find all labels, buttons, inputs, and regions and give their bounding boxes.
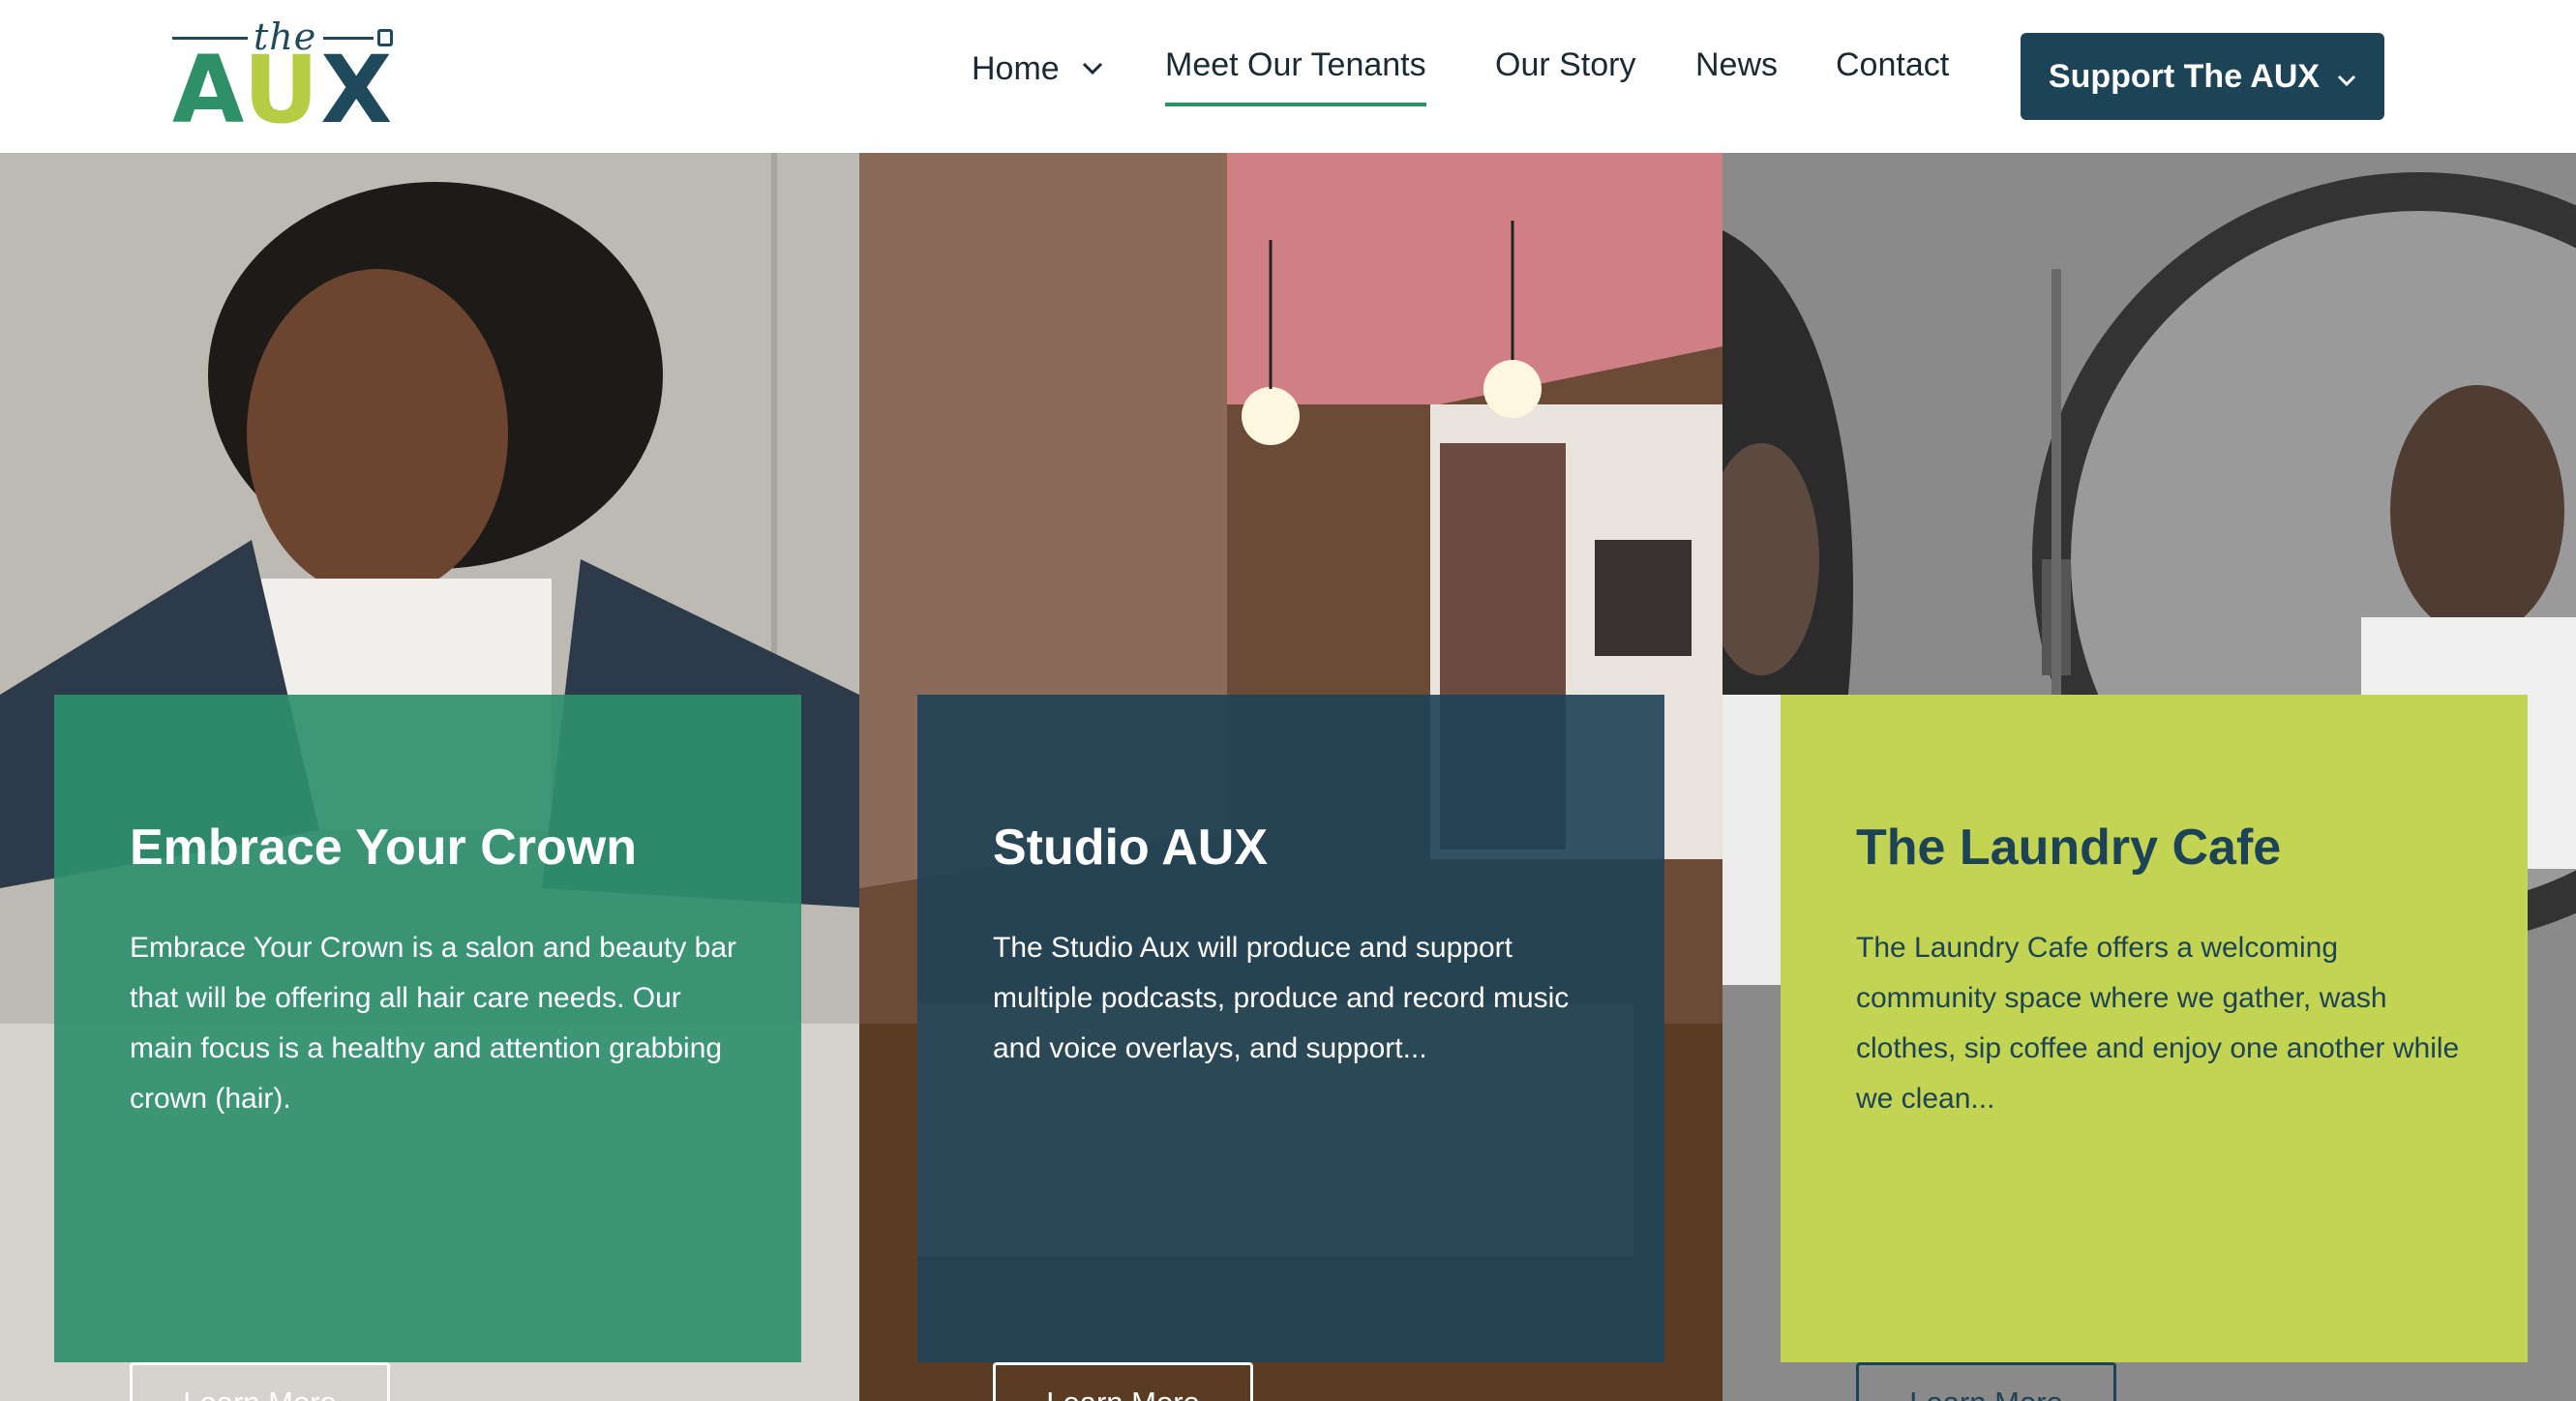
tenant-description: The Studio Aux will produce and support … — [993, 932, 1570, 1064]
chevron-down-icon — [2337, 58, 2356, 96]
nav-item-label: Contact — [1836, 46, 1950, 83]
learn-more-label: Learn More — [183, 1386, 337, 1401]
nav-item-meet-our-tenants[interactable]: Meet Our Tenants — [1165, 46, 1426, 106]
tenant-card: Studio AUX The Studio Aux will produce a… — [917, 695, 1664, 1401]
logo-wordmark: AUX — [172, 44, 394, 136]
tenant-panel-the-laundry-cafe: The Laundry Cafe The Laundry Cafe offers… — [1722, 153, 2576, 1401]
site-header: the AUX Home Meet Our Tenants Our Story … — [0, 0, 2576, 153]
tenant-description: Embrace Your Crown is a salon and beauty… — [130, 932, 737, 1115]
tenant-title: Studio AUX — [993, 820, 1269, 876]
tenant-description: The Laundry Cafe offers a welcoming comm… — [1856, 932, 2460, 1115]
chevron-down-icon — [1082, 46, 1103, 84]
logo-letter-a: A — [172, 36, 244, 144]
nav-item-label: News — [1695, 46, 1779, 83]
support-the-aux-button[interactable]: Support The AUX — [2021, 33, 2384, 120]
learn-more-button[interactable]: Learn More — [1856, 1362, 2116, 1401]
nav-item-contact[interactable]: Contact — [1836, 46, 1949, 84]
tenant-title: Embrace Your Crown — [130, 820, 637, 876]
tenant-card: The Laundry Cafe The Laundry Cafe offers… — [1781, 695, 2528, 1401]
nav-item-our-story[interactable]: Our Story — [1495, 46, 1635, 84]
nav-item-label: Meet Our Tenants — [1165, 46, 1426, 83]
tenant-panel-studio-aux: Studio AUX The Studio Aux will produce a… — [859, 153, 1722, 1401]
nav-item-label: Home — [972, 50, 1060, 87]
nav-item-home[interactable]: Home — [972, 46, 1103, 88]
learn-more-button[interactable]: Learn More — [993, 1362, 1253, 1401]
nav-active-underline — [1165, 103, 1426, 106]
logo-letter-u: U — [243, 36, 321, 144]
tenant-title: The Laundry Cafe — [1856, 820, 2282, 876]
logo-letter-x: X — [320, 36, 395, 144]
tenant-card: Embrace Your Crown Embrace Your Crown is… — [54, 695, 801, 1401]
nav-item-label: Our Story — [1495, 46, 1636, 83]
learn-more-button[interactable]: Learn More — [130, 1362, 390, 1401]
the-aux-logo[interactable]: the AUX — [172, 6, 400, 136]
support-button-label: Support The AUX — [2048, 57, 2321, 95]
nav-item-news[interactable]: News — [1695, 46, 1778, 84]
tenant-panel-embrace-your-crown: Embrace Your Crown Embrace Your Crown is… — [0, 153, 859, 1401]
learn-more-label: Learn More — [1046, 1386, 1200, 1401]
learn-more-label: Learn More — [1909, 1386, 2063, 1401]
